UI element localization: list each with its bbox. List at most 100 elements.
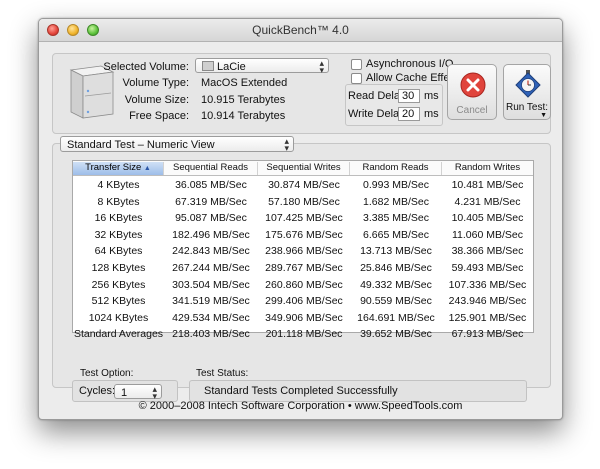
table-row[interactable]: 32 KBytes 182.496 MB/Sec 175.676 MB/Sec 6.6… xyxy=(73,227,533,243)
cycles-arrows-icon: ▴ ▾ xyxy=(152,384,157,401)
table-cell: 218.403 MB/Sec xyxy=(172,328,250,341)
table-cell: 16 KBytes xyxy=(94,212,143,225)
cycles-value: 1 xyxy=(121,387,128,399)
table-cell: 39.652 MB/Sec xyxy=(360,328,432,341)
table-cell: 201.118 MB/Sec xyxy=(265,328,343,341)
async-io-checkbox[interactable] xyxy=(351,59,362,70)
table-cell: 6.665 MB/Sec xyxy=(363,228,429,241)
results-panel: Transfer Size ▲ Sequential Reads Sequent… xyxy=(52,143,551,402)
table-header: Transfer Size ▲ Sequential Reads Sequent… xyxy=(73,161,533,176)
table-row[interactable]: 128 KBytes 267.244 MB/Sec 289.767 MB/Sec 25… xyxy=(73,260,533,276)
table-cell: 429.534 MB/Sec xyxy=(172,311,250,324)
table-cell: 11.060 MB/Sec xyxy=(451,228,523,241)
table-cell: 242.843 MB/Sec xyxy=(172,245,250,258)
window-title: QuickBench™ 4.0 xyxy=(252,23,349,37)
table-cell: 4.231 MB/Sec xyxy=(454,195,521,208)
write-delay-unit: ms xyxy=(424,108,439,120)
table-cell: 175.676 MB/Sec xyxy=(265,228,343,241)
table-cell: 13.713 MB/Sec xyxy=(360,245,432,258)
table-cell: 107.425 MB/Sec xyxy=(265,212,343,225)
read-delay-field[interactable]: 30 xyxy=(398,89,420,103)
table-cell: 67.319 MB/Sec xyxy=(175,195,247,208)
table-row[interactable]: Standard Averages 218.403 MB/Sec 201.118 M… xyxy=(73,326,533,342)
table-cell: 10.481 MB/Sec xyxy=(451,179,524,191)
cancel-button[interactable]: Cancel xyxy=(447,64,497,120)
table-cell: 1.682 MB/Sec xyxy=(363,195,429,208)
volume-size-value: 10.915 Terabytes xyxy=(201,94,286,106)
cancel-button-label: Cancel xyxy=(456,105,488,116)
table-cell: 107.336 MB/Sec xyxy=(448,278,527,291)
table-cell: 125.901 MB/Sec xyxy=(448,311,527,324)
table-cell: 67.913 MB/Sec xyxy=(451,328,524,341)
table-cell: 164.691 MB/Sec xyxy=(357,311,435,324)
column-header-seq-writes[interactable]: Sequential Writes xyxy=(258,162,350,175)
table-cell: 238.966 MB/Sec xyxy=(265,245,343,258)
column-header-transfer-size[interactable]: Transfer Size ▲ xyxy=(73,162,164,175)
app-window: QuickBench™ 4.0 Selected Volume: LaCie ▴… xyxy=(38,18,563,420)
table-cell: 267.244 MB/Sec xyxy=(172,262,250,274)
read-delay-unit: ms xyxy=(424,90,439,102)
title-bar[interactable]: QuickBench™ 4.0 xyxy=(39,19,562,42)
run-menu-arrow-icon: ▼ xyxy=(540,112,547,119)
free-space-value: 10.914 Terabytes xyxy=(201,110,286,122)
table-cell: 243.946 MB/Sec xyxy=(448,295,527,308)
table-cell: 25.846 MB/Sec xyxy=(360,262,432,274)
footer-copyright: © 2000–2008 Intech Software Corporation … xyxy=(138,400,463,412)
table-cell: 49.332 MB/Sec xyxy=(360,278,432,291)
run-test-button[interactable]: Run Test: ▼ xyxy=(503,64,551,120)
table-cell: 128 KBytes xyxy=(91,262,146,274)
table-cell: 260.860 MB/Sec xyxy=(265,278,343,291)
async-io-label: Asynchronous I/O xyxy=(366,58,454,70)
free-space-label: Free Space: xyxy=(129,110,189,122)
table-cell: 182.496 MB/Sec xyxy=(172,228,250,241)
volume-size-label: Volume Size: xyxy=(124,94,189,106)
cycles-label: Cycles: xyxy=(79,385,116,397)
view-select[interactable]: Standard Test – Numeric View ▴ ▾ xyxy=(60,136,294,153)
table-cell: 90.559 MB/Sec xyxy=(360,295,432,308)
stopwatch-icon xyxy=(515,70,541,98)
volume-select-value: LaCie xyxy=(217,61,246,73)
table-row[interactable]: 256 KBytes 303.504 MB/Sec 260.860 MB/Sec 49… xyxy=(73,277,533,293)
cycles-select[interactable]: 1 ▴ ▾ xyxy=(114,384,162,401)
table-row[interactable]: 16 KBytes 95.087 MB/Sec 107.425 MB/Sec 3.38… xyxy=(73,210,533,226)
table-cell: 8 KBytes xyxy=(97,195,140,208)
table-row[interactable]: 8 KBytes 67.319 MB/Sec 57.180 MB/Sec 1.682 … xyxy=(73,194,533,210)
column-header-random-writes[interactable]: Random Writes xyxy=(442,162,533,175)
view-arrows-icon: ▴ ▾ xyxy=(284,136,289,153)
table-cell: 299.406 MB/Sec xyxy=(265,295,343,308)
table-cell: Standard Averages xyxy=(73,328,164,341)
popup-arrows-icon: ▴ ▾ xyxy=(319,58,324,75)
table-row[interactable]: 512 KBytes 341.519 MB/Sec 299.406 MB/Sec 90… xyxy=(73,293,533,309)
table-cell: 32 KBytes xyxy=(94,228,143,241)
volume-select[interactable]: LaCie ▴ ▾ xyxy=(195,58,329,75)
test-status-label: Test Status: xyxy=(196,368,249,379)
table-cell: 10.405 MB/Sec xyxy=(451,212,524,225)
allow-cache-checkbox[interactable] xyxy=(351,73,362,84)
table-row[interactable]: 1024 KBytes 429.534 MB/Sec 349.906 MB/Sec 1… xyxy=(73,310,533,326)
column-header-seq-reads[interactable]: Sequential Reads xyxy=(164,162,258,175)
table-cell: 303.504 MB/Sec xyxy=(172,278,250,291)
drive-small-icon xyxy=(202,61,214,71)
sort-ascending-icon: ▲ xyxy=(143,165,151,172)
column-header-random-reads[interactable]: Random Reads xyxy=(350,162,442,175)
table-row[interactable]: 64 KBytes 242.843 MB/Sec 238.966 MB/Sec 13.… xyxy=(73,243,533,259)
table-cell: 1024 KBytes xyxy=(88,311,149,324)
test-status-value: Standard Tests Completed Successfully xyxy=(204,385,398,397)
test-option-label: Test Option: xyxy=(80,368,134,379)
table-cell: 341.519 MB/Sec xyxy=(172,295,250,308)
table-cell: 256 KBytes xyxy=(91,278,146,291)
table-cell: 4 KBytes xyxy=(97,179,140,191)
test-status-panel: Standard Tests Completed Successfully xyxy=(189,380,527,402)
table-cell: 38.366 MB/Sec xyxy=(451,245,524,258)
table-cell: 95.087 MB/Sec xyxy=(175,212,247,225)
results-table: Transfer Size ▲ Sequential Reads Sequent… xyxy=(72,160,534,340)
table-cell: 57.180 MB/Sec xyxy=(268,195,340,208)
table-cell: 512 KBytes xyxy=(91,295,146,308)
table-cell: 30.874 MB/Sec xyxy=(268,179,340,191)
volume-type-value: MacOS Extended xyxy=(201,77,288,89)
write-delay-field[interactable]: 20 xyxy=(398,107,420,121)
table-row[interactable]: 4 KBytes 36.085 MB/Sec 30.874 MB/Sec 0.993 … xyxy=(73,177,533,193)
table-cell: 64 KBytes xyxy=(94,245,143,258)
table-cell: 289.767 MB/Sec xyxy=(265,262,343,274)
table-cell: 36.085 MB/Sec xyxy=(175,179,247,191)
